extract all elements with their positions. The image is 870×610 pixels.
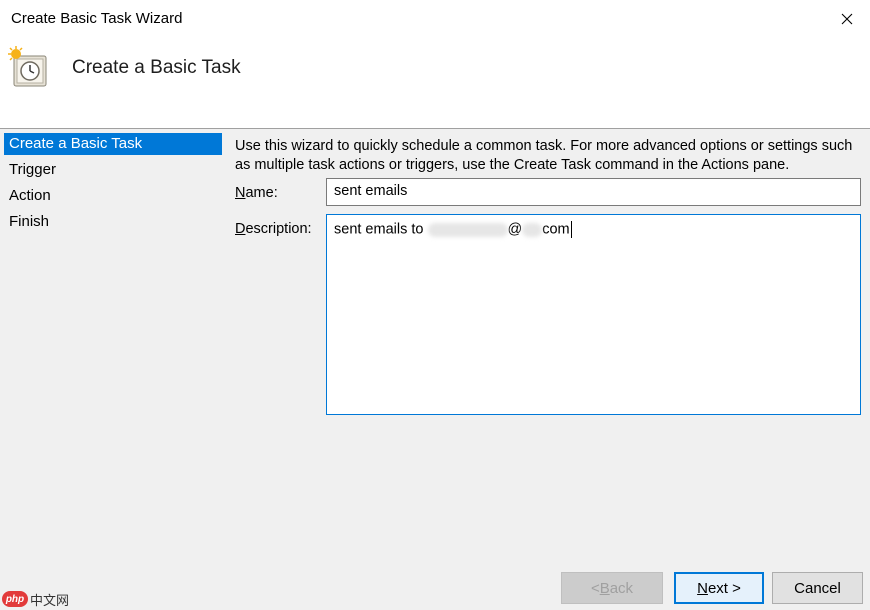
- description-at: @: [507, 221, 523, 238]
- wizard-window: Create Basic Task Wizard Create a Basic …: [0, 0, 870, 610]
- watermark: php 中文网: [2, 590, 69, 608]
- wizard-header: Create a Basic Task: [0, 38, 870, 128]
- watermark-logo: php: [2, 591, 28, 607]
- window-title: Create Basic Task Wizard: [11, 10, 183, 27]
- step-trigger[interactable]: Trigger: [4, 159, 222, 181]
- close-icon: [841, 13, 853, 25]
- name-label: Name:: [235, 185, 278, 201]
- cancel-button[interactable]: Cancel: [772, 572, 863, 604]
- text-caret: [570, 221, 572, 238]
- next-button[interactable]: Next >: [674, 572, 764, 604]
- back-button[interactable]: < Back: [561, 572, 663, 604]
- intro-text: Use this wizard to quickly schedule a co…: [235, 138, 853, 173]
- redacted-text: [427, 222, 508, 237]
- scheduled-clock-icon: [8, 46, 47, 87]
- step-create-basic-task[interactable]: Create a Basic Task: [4, 133, 222, 155]
- close-button[interactable]: [824, 0, 870, 38]
- back-mnemonic: B: [599, 579, 610, 597]
- next-label: ext >: [707, 579, 741, 597]
- name-field-value: sent emails: [334, 183, 408, 199]
- name-label-mnemonic: N: [235, 185, 246, 201]
- watermark-text: 中文网: [30, 592, 70, 608]
- next-mnemonic: N: [697, 579, 708, 597]
- description-label-text: escription:: [245, 221, 312, 237]
- description-label: Description:: [235, 221, 312, 237]
- description-prefix: sent emails to: [334, 221, 428, 238]
- name-label-text: ame:: [245, 185, 278, 201]
- back-prefix: <: [590, 579, 600, 597]
- wizard-content: Use this wizard to quickly schedule a co…: [225, 129, 870, 610]
- step-action[interactable]: Action: [4, 185, 222, 207]
- redacted-text: [522, 222, 543, 237]
- description-suffix: com: [542, 221, 570, 238]
- back-label: ack: [609, 579, 634, 597]
- page-title: Create a Basic Task: [72, 57, 241, 78]
- wizard-step-list: Create a Basic Task Trigger Action Finis…: [0, 129, 225, 610]
- description-field[interactable]: sent emails to @ com: [326, 214, 861, 415]
- name-field[interactable]: sent emails: [326, 178, 861, 206]
- step-finish[interactable]: Finish: [4, 211, 222, 233]
- title-bar: Create Basic Task Wizard: [0, 0, 870, 38]
- description-label-mnemonic: D: [235, 221, 246, 237]
